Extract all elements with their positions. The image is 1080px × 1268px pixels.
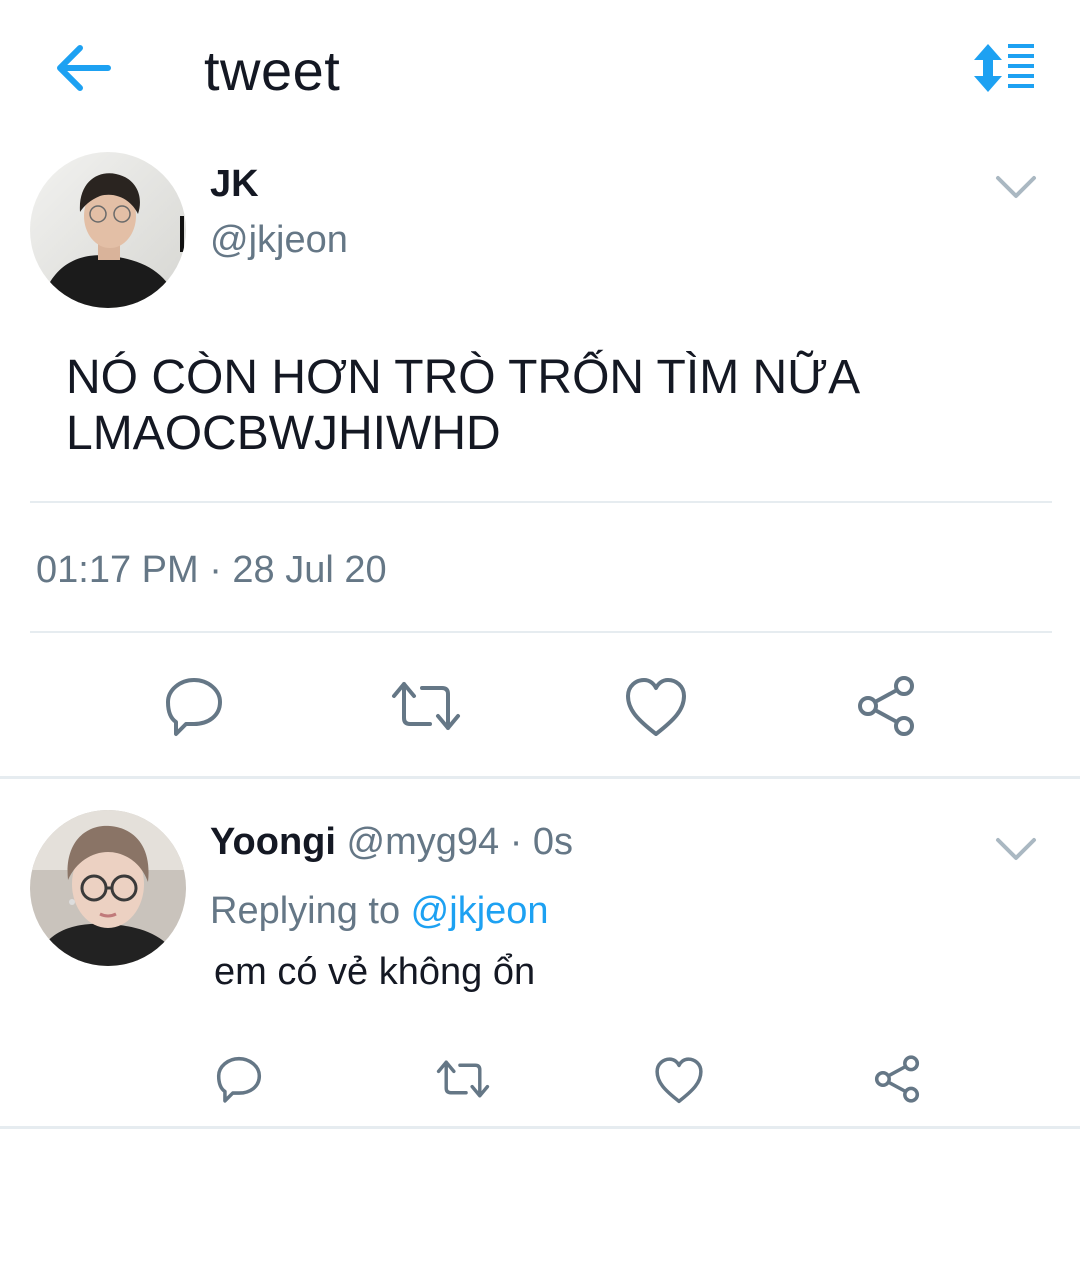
sort-button[interactable] [970,40,1036,96]
user-photo [30,810,186,966]
chevron-down-icon [996,176,1036,198]
author-name[interactable]: JK [210,162,259,206]
reply-separator: · [499,821,533,863]
retweet-button[interactable] [388,674,460,738]
retweet-icon [392,682,460,730]
arrow-left-icon [57,45,111,91]
divider [30,501,1052,503]
reply-like-button[interactable] [654,1056,704,1106]
author-handle[interactable]: @jkjeon [210,218,348,262]
like-icon [655,1057,703,1104]
page-title: tweet [204,39,341,102]
reply-author-handle[interactable]: @myg94 [347,821,500,863]
share-button[interactable] [854,674,918,738]
reply-retweet-button[interactable] [434,1054,492,1104]
replying-prefix: Replying to [210,890,411,932]
reply-avatar[interactable] [30,810,186,966]
reply-icon [166,678,222,736]
like-icon [626,678,686,736]
chevron-down-icon [996,838,1036,860]
replying-to: Replying to @jkjeon [210,888,549,934]
divider [30,631,1052,633]
share-icon [874,1055,920,1103]
like-button[interactable] [624,676,688,740]
user-photo [30,152,186,308]
divider [0,776,1080,779]
retweet-icon [436,1060,490,1098]
reply-menu-button[interactable] [992,832,1040,866]
reply-author-name[interactable]: Yoongi [210,821,336,863]
reply-header: Yoongi @myg94 · 0s [210,820,573,864]
reply-reply-button[interactable] [214,1054,264,1104]
divider [0,1126,1080,1129]
reply-button[interactable] [162,674,226,738]
reply-text: em có vẻ không ổn [214,951,536,993]
avatar[interactable] [30,152,186,308]
tweet-menu-button[interactable] [992,170,1040,204]
share-icon [858,676,914,736]
tweet-timestamp: 01:17 PM · 28 Jul 20 [36,549,387,591]
replying-to-link[interactable]: @jkjeon [411,890,549,932]
tweet-text: NÓ CÒN HƠN TRÒ TRỐN TÌM NỮA LMAOCBWJHIWH… [66,351,861,460]
reply-time: 0s [532,821,574,863]
back-button[interactable] [52,40,116,96]
reply-icon [216,1056,262,1103]
sort-list-icon [974,44,1034,92]
reply-share-button[interactable] [872,1054,922,1104]
